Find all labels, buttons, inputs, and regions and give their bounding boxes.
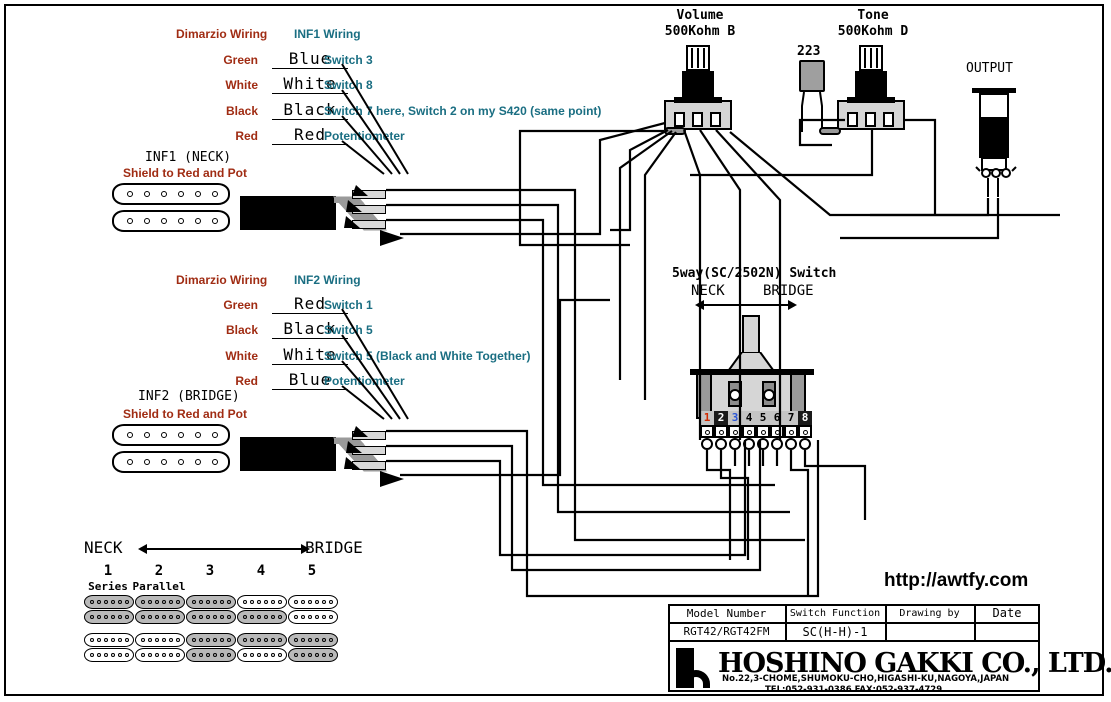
company-address: No.22,3-CHOME,SHUMOKU-CHO,HIGASHI-KU,NAG… (722, 674, 1010, 684)
wiring-diagram-page: Dimarzio Wiring INF1 Wiring Green Blue S… (0, 0, 1111, 702)
title-header-date: Date (992, 606, 1022, 620)
hoshino-logo-icon (676, 648, 710, 688)
title-value-model: RGT42/RGT42FM (683, 625, 770, 638)
wiring-harness (386, 118, 1060, 598)
title-value-function: SC(H-H)-1 (802, 625, 868, 639)
title-block-hline-1 (668, 622, 1040, 624)
title-block-hline-2 (668, 640, 1040, 642)
title-header-function: Switch Function (789, 608, 881, 619)
website-url[interactable]: http://awtfy.com (884, 570, 1028, 592)
title-header-model: Model Number (686, 607, 767, 620)
title-header-drawnby: Drawing by (899, 608, 960, 619)
company-phone: TEL:052-931-0386 FAX:052-937-4729 (765, 685, 943, 695)
